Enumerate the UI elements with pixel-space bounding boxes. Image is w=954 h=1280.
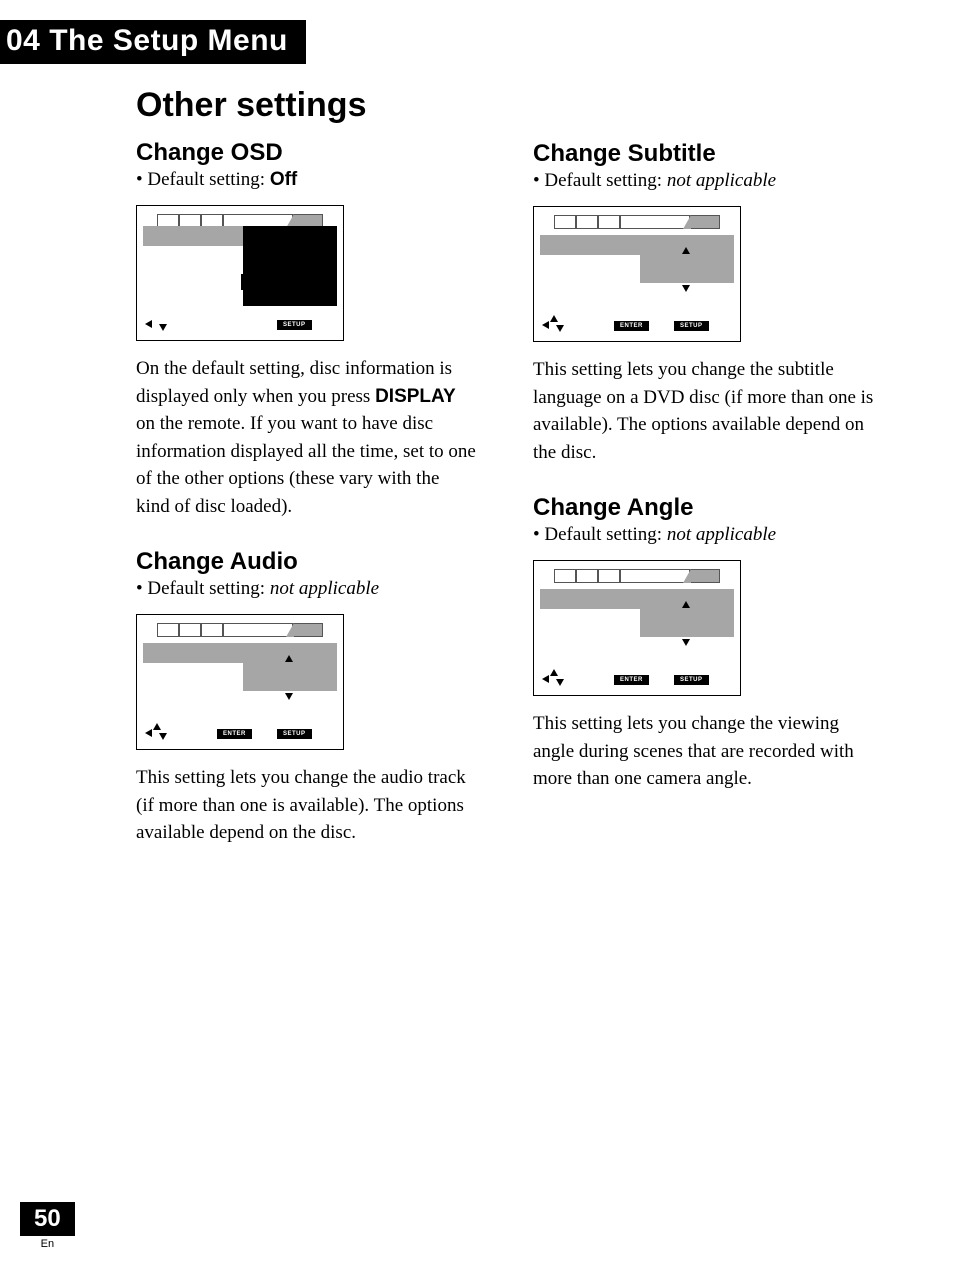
default-setting-subtitle: • Default setting: not applicable <box>533 170 874 192</box>
paragraph-osd: On the default setting, disc information… <box>136 355 477 520</box>
page-number: 50 <box>20 1202 75 1236</box>
enter-button-label: ENTER <box>217 729 252 739</box>
enter-button-label: ENTER <box>614 321 649 331</box>
diagram-angle: ENTER SETUP <box>533 560 741 696</box>
page-language: En <box>20 1238 75 1250</box>
left-column: Other settings Change OSD • Default sett… <box>136 86 477 875</box>
paragraph-audio: This setting lets you change the audio t… <box>136 764 477 847</box>
diagram-osd: SETUP <box>136 205 344 341</box>
chapter-header: 04 The Setup Menu <box>0 20 306 64</box>
nav-arrows-icon <box>145 723 165 741</box>
diagram-audio: ENTER SETUP <box>136 614 344 750</box>
diagram-subtitle: ENTER SETUP <box>533 206 741 342</box>
nav-arrows-icon <box>145 314 165 332</box>
default-setting-audio: • Default setting: not applicable <box>136 578 477 600</box>
paragraph-angle: This setting lets you change the viewing… <box>533 710 874 793</box>
right-column: Change Subtitle • Default setting: not a… <box>533 86 874 875</box>
heading-change-audio: Change Audio <box>136 548 477 576</box>
page-footer: 50 En <box>20 1202 75 1250</box>
default-setting-angle: • Default setting: not applicable <box>533 524 874 546</box>
heading-change-subtitle: Change Subtitle <box>533 140 874 168</box>
section-title: Other settings <box>136 86 477 125</box>
heading-change-angle: Change Angle <box>533 494 874 522</box>
setup-button-label: SETUP <box>674 321 709 331</box>
setup-button-label: SETUP <box>277 729 312 739</box>
nav-arrows-icon <box>542 315 562 333</box>
setup-button-label: SETUP <box>277 320 312 330</box>
nav-arrows-icon <box>542 669 562 687</box>
paragraph-subtitle: This setting lets you change the subtitl… <box>533 356 874 466</box>
setup-button-label: SETUP <box>674 675 709 685</box>
enter-button-label: ENTER <box>614 675 649 685</box>
default-setting-osd: • Default setting: Off <box>136 169 477 191</box>
heading-change-osd: Change OSD <box>136 139 477 167</box>
